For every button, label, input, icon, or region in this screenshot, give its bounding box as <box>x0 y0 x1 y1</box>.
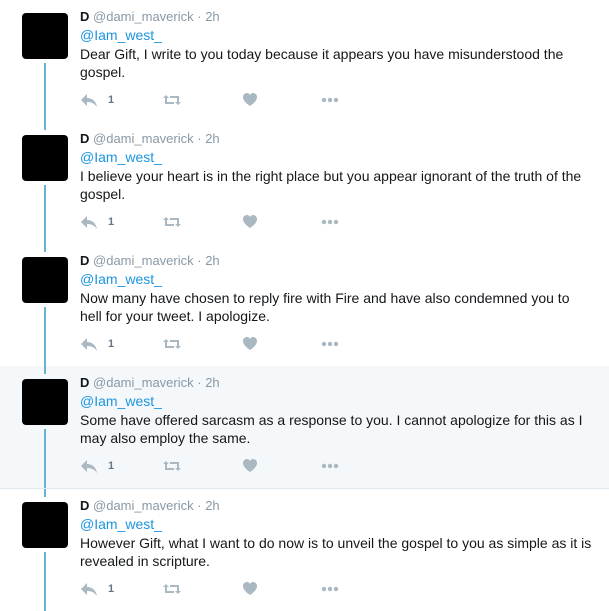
reply-button[interactable]: 1 <box>80 91 114 109</box>
retweet-button[interactable] <box>162 580 182 598</box>
more-icon <box>320 581 340 597</box>
tweet-highlighted[interactable]: D @dami_maverick · 2h @Iam_west_ Some ha… <box>0 366 609 488</box>
tweet[interactable]: D @dami_maverick · 2h @Iam_west_ I belie… <box>0 122 609 244</box>
display-name[interactable]: D <box>80 253 89 268</box>
avatar[interactable] <box>22 13 68 59</box>
tweet-actions: 1 <box>80 580 380 598</box>
retweet-button[interactable] <box>162 213 182 231</box>
display-name[interactable]: D <box>80 9 89 24</box>
reply-icon <box>80 92 98 108</box>
thread-line <box>44 185 46 244</box>
reply-count: 1 <box>108 216 115 228</box>
retweet-button[interactable] <box>162 457 182 475</box>
avatar[interactable] <box>22 502 68 548</box>
like-button[interactable] <box>242 335 258 353</box>
user-handle[interactable]: @dami_maverick <box>93 131 194 146</box>
timestamp[interactable]: · 2h <box>197 9 219 24</box>
mention-link[interactable]: @Iam_west_ <box>80 27 162 43</box>
retweet-button[interactable] <box>162 335 182 353</box>
thread-line <box>44 63 46 122</box>
like-button[interactable] <box>242 213 258 231</box>
reply-button[interactable]: 1 <box>80 213 114 231</box>
avatar[interactable] <box>22 379 68 425</box>
like-button[interactable] <box>242 580 258 598</box>
display-name[interactable]: D <box>80 375 89 390</box>
thread-line <box>44 307 46 366</box>
tweet-text: I believe your heart is in the right pla… <box>80 168 582 202</box>
heart-icon <box>242 336 258 352</box>
tweet-actions: 1 <box>80 457 380 475</box>
tweet-header: D @dami_maverick · 2h <box>80 253 220 268</box>
tweet-actions: 1 <box>80 213 380 231</box>
reply-icon <box>80 336 98 352</box>
tweet-actions: 1 <box>80 91 380 109</box>
thread-line <box>44 489 46 497</box>
tweet-text: However Gift, what I want to do now is t… <box>80 535 592 569</box>
tweet[interactable]: D @dami_maverick · 2h @Iam_west_ Now man… <box>0 244 609 366</box>
user-handle[interactable]: @dami_maverick <box>93 375 194 390</box>
more-icon <box>320 92 340 108</box>
tweet-header: D @dami_maverick · 2h <box>80 131 220 146</box>
tweet-text: Some have offered sarcasm as a response … <box>80 412 583 446</box>
mention-link[interactable]: @Iam_west_ <box>80 271 162 287</box>
heart-icon <box>242 92 258 108</box>
avatar[interactable] <box>22 135 68 181</box>
more-button[interactable] <box>320 213 340 231</box>
more-icon <box>320 336 340 352</box>
reply-count: 1 <box>108 583 115 595</box>
reply-button[interactable]: 1 <box>80 580 114 598</box>
retweet-icon <box>162 92 182 108</box>
more-button[interactable] <box>320 457 340 475</box>
timestamp[interactable]: · 2h <box>197 375 219 390</box>
tweet-text: Dear Gift, I write to you today because … <box>80 46 564 80</box>
reply-icon <box>80 581 98 597</box>
mention-link[interactable]: @Iam_west_ <box>80 393 162 409</box>
user-handle[interactable]: @dami_maverick <box>93 253 194 268</box>
tweet-header: D @dami_maverick · 2h <box>80 9 220 24</box>
tweet-actions: 1 <box>80 335 380 353</box>
thread-line <box>44 366 46 374</box>
reply-count: 1 <box>108 94 115 106</box>
reply-button[interactable]: 1 <box>80 457 114 475</box>
thread-line <box>44 244 46 252</box>
like-button[interactable] <box>242 91 258 109</box>
retweet-icon <box>162 581 182 597</box>
reply-count: 1 <box>108 460 115 472</box>
tweet-text: Now many have chosen to reply fire with … <box>80 290 570 324</box>
timestamp[interactable]: · 2h <box>197 253 219 268</box>
like-button[interactable] <box>242 457 258 475</box>
more-button[interactable] <box>320 580 340 598</box>
more-button[interactable] <box>320 91 340 109</box>
thread-line <box>44 552 46 611</box>
heart-icon <box>242 214 258 230</box>
display-name[interactable]: D <box>80 131 89 146</box>
more-icon <box>320 458 340 474</box>
reply-icon <box>80 214 98 230</box>
mention-link[interactable]: @Iam_west_ <box>80 149 162 165</box>
retweet-button[interactable] <box>162 91 182 109</box>
user-handle[interactable]: @dami_maverick <box>93 9 194 24</box>
heart-icon <box>242 581 258 597</box>
mention-link[interactable]: @Iam_west_ <box>80 516 162 532</box>
retweet-icon <box>162 458 182 474</box>
tweet[interactable]: D @dami_maverick · 2h @Iam_west_ However… <box>0 488 609 611</box>
heart-icon <box>242 458 258 474</box>
reply-button[interactable]: 1 <box>80 335 114 353</box>
reply-count: 1 <box>108 338 115 350</box>
timestamp[interactable]: · 2h <box>197 131 219 146</box>
more-icon <box>320 214 340 230</box>
tweet-header: D @dami_maverick · 2h <box>80 498 220 513</box>
display-name[interactable]: D <box>80 498 89 513</box>
user-handle[interactable]: @dami_maverick <box>93 498 194 513</box>
more-button[interactable] <box>320 335 340 353</box>
thread-line <box>44 122 46 130</box>
thread-line <box>44 429 46 488</box>
retweet-icon <box>162 336 182 352</box>
avatar[interactable] <box>22 257 68 303</box>
tweet[interactable]: D @dami_maverick · 2h @Iam_west_ Dear Gi… <box>0 0 609 122</box>
tweet-header: D @dami_maverick · 2h <box>80 375 220 390</box>
retweet-icon <box>162 214 182 230</box>
timestamp[interactable]: · 2h <box>197 498 219 513</box>
reply-icon <box>80 458 98 474</box>
